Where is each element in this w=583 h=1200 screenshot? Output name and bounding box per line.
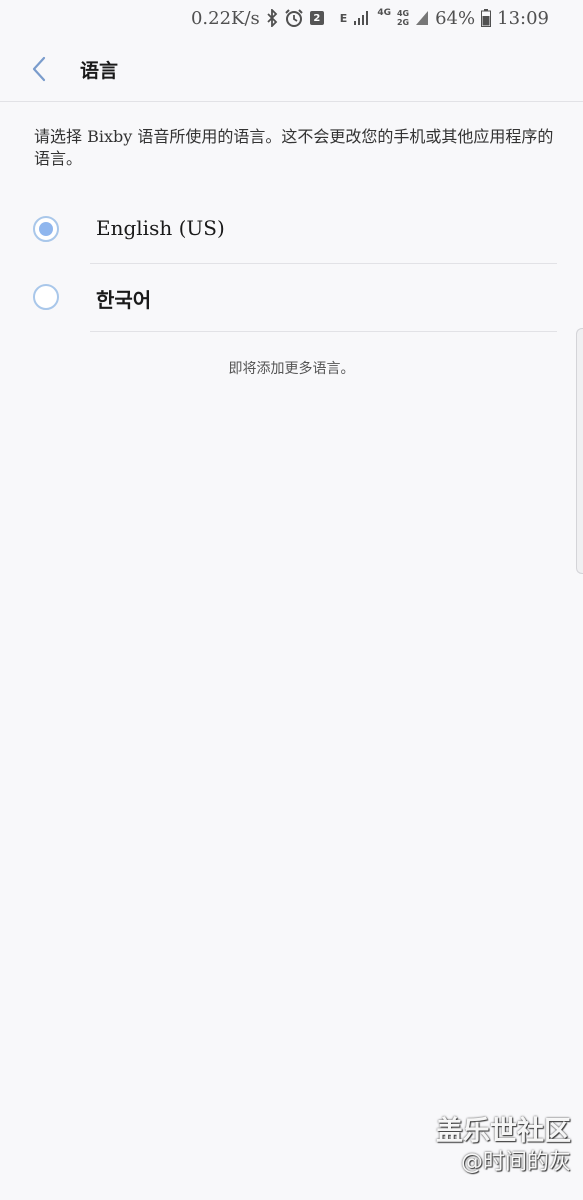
battery-icon	[481, 9, 492, 27]
signal-2-icon	[415, 10, 429, 26]
network-4g-top-label: 4G	[396, 9, 410, 18]
dual-network-icon: 4G 2G	[397, 9, 409, 27]
battery-percent: 64%	[435, 7, 476, 29]
language-description: 请选择 Bixby 语音所使用的语言。这不会更改您的手机或其他应用程序的语言。	[34, 127, 554, 168]
language-label-korean: 한국어	[96, 288, 152, 312]
alarm-icon	[284, 9, 304, 27]
signal-icon	[353, 10, 371, 26]
language-option-english[interactable]: English (US)	[0, 196, 583, 264]
app-header: 语言	[0, 36, 583, 102]
more-languages-note: 即将添加更多语言。	[228, 361, 355, 377]
radio-button-english[interactable]	[33, 216, 59, 242]
clock: 13:09	[497, 7, 549, 29]
bluetooth-icon	[266, 9, 278, 27]
network-2g-bottom-label: 2G	[396, 18, 410, 27]
notification-count-badge: 2	[309, 11, 324, 25]
language-label-english: English (US)	[96, 216, 225, 240]
watermark-author: @时间的灰	[460, 1150, 571, 1175]
language-option-korean[interactable]: 한국어	[0, 264, 583, 332]
radio-button-korean[interactable]	[33, 284, 59, 310]
watermark: 盖乐世社区 @时间的灰	[436, 1116, 571, 1178]
network-4g-label: 4G	[377, 8, 391, 18]
radio-selected-dot	[39, 222, 53, 236]
page-title: 语言	[80, 60, 119, 82]
option-divider	[90, 331, 557, 332]
edge-panel-handle[interactable]	[576, 328, 583, 574]
chevron-left-icon	[32, 56, 46, 82]
status-bar: 0.22K/s 2 E 4G 4G 2G 64% 13:09	[0, 0, 583, 36]
network-e-label: E	[339, 11, 348, 25]
net-speed: 0.22K/s	[190, 7, 260, 29]
watermark-community: 盖乐世社区	[436, 1116, 571, 1147]
back-button[interactable]	[24, 52, 54, 86]
